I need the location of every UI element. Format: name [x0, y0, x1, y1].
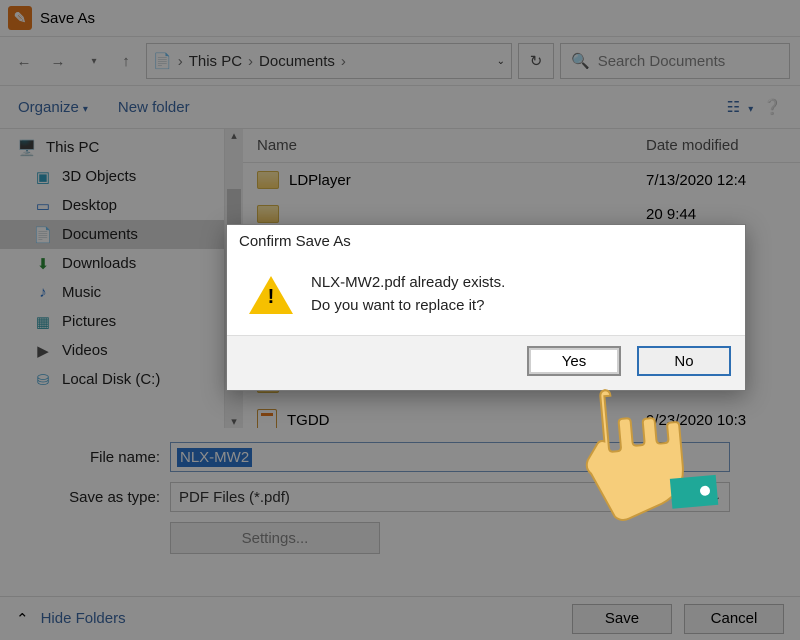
list-header: Name Date modified: [243, 129, 800, 163]
folder-icon: [257, 171, 279, 189]
sidebar-item-desktop[interactable]: ▭Desktop: [0, 191, 224, 220]
search-box[interactable]: 🔍 Search Documents: [560, 43, 790, 79]
sidebar-item-pictures[interactable]: ▦Pictures: [0, 307, 224, 336]
yes-button[interactable]: Yes: [527, 346, 621, 376]
sidebar-item-3d-objects[interactable]: ▣3D Objects: [0, 162, 224, 191]
column-date[interactable]: Date modified: [640, 129, 800, 162]
title-bar: ✎ Save As: [0, 0, 800, 36]
videos-icon: ▶: [34, 343, 52, 359]
cube-icon: ▣: [34, 169, 52, 185]
documents-icon: 📄: [34, 227, 52, 243]
filename-value: NLX-MW2: [177, 448, 252, 467]
chevron-right-icon: ›: [178, 53, 183, 70]
warning-icon: [249, 276, 293, 314]
file-name: LDPlayer: [289, 172, 351, 189]
desktop-icon: ▭: [34, 198, 52, 214]
disk-icon: ⛁: [34, 372, 52, 388]
help-button[interactable]: ❔: [763, 98, 782, 116]
sidebar-item-videos[interactable]: ▶Videos: [0, 336, 224, 365]
pointing-hand-cursor-icon: [569, 365, 741, 528]
pictures-icon: ▦: [34, 314, 52, 330]
search-placeholder: Search Documents: [598, 53, 726, 70]
hide-folders-link[interactable]: Hide Folders: [41, 610, 126, 627]
nav-bar: ← → ▾ ↑ 📄 › This PC › Documents › ⌄ ↻ 🔍 …: [0, 36, 800, 86]
new-folder-button[interactable]: New folder: [118, 99, 190, 116]
scroll-down-icon[interactable]: ▾: [225, 415, 243, 428]
sidebar: 🖥️ This PC ▣3D Objects ▭Desktop 📄Documen…: [0, 129, 225, 428]
breadcrumb-this-pc[interactable]: This PC: [189, 53, 242, 70]
cancel-button[interactable]: Cancel: [684, 604, 784, 634]
confirm-save-as-dialog: Confirm Save As NLX-MW2.pdf already exis…: [226, 224, 746, 391]
chevron-up-icon[interactable]: ⌃: [16, 610, 29, 628]
app-icon: ✎: [8, 6, 32, 30]
folder-icon: [257, 205, 279, 223]
window-title: Save As: [40, 10, 95, 27]
search-icon: 🔍: [571, 52, 590, 70]
address-dropdown[interactable]: ⌄: [497, 56, 505, 67]
forward-button[interactable]: →: [44, 47, 72, 75]
back-button[interactable]: ←: [10, 47, 38, 75]
sidebar-item-local-disk-c[interactable]: ⛁Local Disk (C:): [0, 365, 224, 394]
scroll-up-icon[interactable]: ▴: [225, 129, 243, 142]
dialog-title: Confirm Save As: [227, 225, 745, 258]
dialog-message: NLX-MW2.pdf already exists. Do you want …: [311, 272, 505, 317]
column-name[interactable]: Name: [243, 129, 640, 162]
sidebar-item-downloads[interactable]: ⬇Downloads: [0, 249, 224, 278]
footer: ⌃ Hide Folders Save Cancel: [0, 596, 800, 640]
recent-dropdown[interactable]: ▾: [78, 47, 106, 75]
download-icon: ⬇: [34, 256, 52, 272]
doc-icon: 📄: [153, 52, 172, 70]
sidebar-item-music[interactable]: ♪Music: [0, 278, 224, 307]
address-bar[interactable]: 📄 › This PC › Documents › ⌄: [146, 43, 512, 79]
toolbar: Organize▾ New folder ☷ ▾ ❔: [0, 86, 800, 128]
settings-button[interactable]: Settings...: [170, 522, 380, 554]
sidebar-item-documents[interactable]: 📄Documents: [0, 220, 224, 249]
file-name: TGDD: [287, 412, 330, 429]
chevron-right-icon: ›: [248, 53, 253, 70]
pdf-file-icon: [257, 409, 277, 428]
breadcrumb-documents[interactable]: Documents: [259, 53, 335, 70]
refresh-button[interactable]: ↻: [518, 43, 554, 79]
table-row[interactable]: LDPlayer 7/13/2020 12:4: [243, 163, 800, 197]
filename-label: File name:: [40, 449, 160, 466]
up-button[interactable]: ↑: [112, 47, 140, 75]
save-button[interactable]: Save: [572, 604, 672, 634]
view-options-button[interactable]: ☷ ▾: [727, 98, 754, 116]
organize-menu[interactable]: Organize▾: [18, 99, 88, 116]
chevron-right-icon: ›: [341, 53, 346, 70]
sidebar-this-pc[interactable]: 🖥️ This PC: [0, 133, 224, 162]
music-icon: ♪: [34, 285, 52, 301]
file-date: 7/13/2020 12:4: [640, 164, 800, 197]
computer-icon: 🖥️: [18, 140, 36, 156]
save-type-label: Save as type:: [40, 489, 160, 506]
